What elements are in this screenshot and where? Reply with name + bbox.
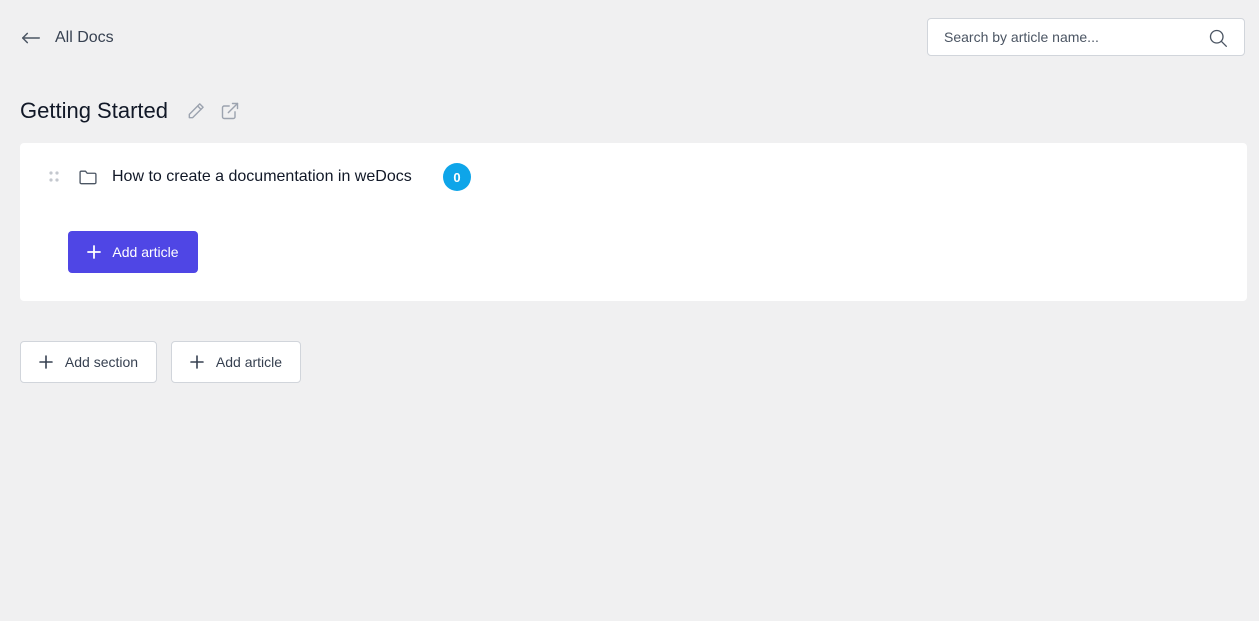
add-article-footer-label: Add article bbox=[215, 354, 283, 370]
article-count-badge: 0 bbox=[443, 163, 471, 191]
plus-icon bbox=[39, 355, 53, 369]
doc-header: Getting Started bbox=[20, 96, 240, 126]
section-title[interactable]: How to create a documentation in weDocs bbox=[112, 167, 412, 187]
add-section-label: Add section bbox=[64, 354, 139, 370]
all-docs-back-link[interactable]: All Docs bbox=[20, 26, 114, 50]
external-link-icon[interactable] bbox=[220, 101, 240, 121]
add-article-footer-button[interactable]: Add article bbox=[171, 341, 301, 383]
add-article-button[interactable]: Add article bbox=[68, 231, 198, 273]
add-section-button[interactable]: Add section bbox=[20, 341, 157, 383]
back-link-label: All Docs bbox=[55, 29, 114, 46]
search-input[interactable] bbox=[928, 19, 1214, 55]
arrow-left-icon bbox=[22, 32, 40, 44]
section-card: How to create a documentation in weDocs … bbox=[20, 143, 1247, 301]
plus-icon bbox=[87, 245, 102, 259]
top-bar: All Docs bbox=[0, 0, 1259, 80]
drag-handle-icon[interactable] bbox=[48, 170, 60, 184]
pencil-icon[interactable] bbox=[186, 101, 206, 121]
search-icon[interactable] bbox=[1208, 28, 1228, 48]
folder-icon bbox=[79, 170, 97, 185]
search-box bbox=[927, 18, 1245, 56]
plus-icon bbox=[190, 355, 204, 369]
add-article-label: Add article bbox=[112, 244, 179, 260]
page-title: Getting Started bbox=[20, 98, 168, 123]
